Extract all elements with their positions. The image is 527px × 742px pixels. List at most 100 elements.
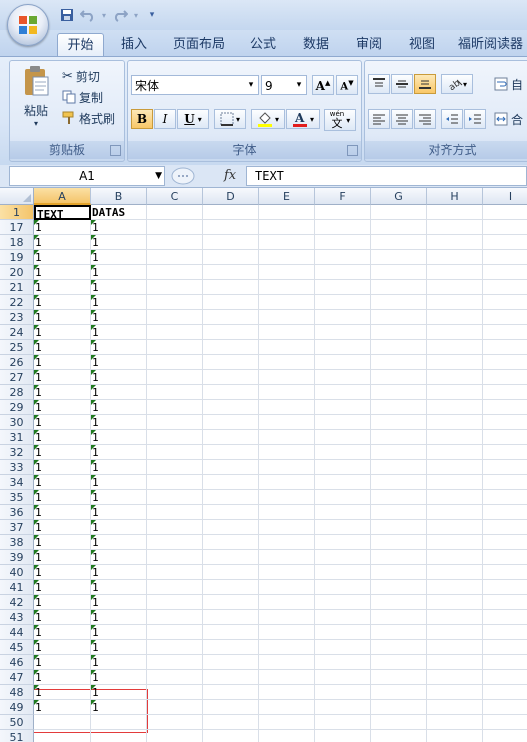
- column-header-d[interactable]: D: [203, 188, 259, 205]
- cell-g40[interactable]: [371, 565, 427, 580]
- cell-e20[interactable]: [259, 265, 315, 280]
- cell-a35[interactable]: 1: [34, 490, 91, 505]
- cell-e19[interactable]: [259, 250, 315, 265]
- row-header-29[interactable]: 29: [0, 400, 34, 415]
- cell-f49[interactable]: [315, 700, 371, 715]
- cell-b27[interactable]: 1: [91, 370, 147, 385]
- cell-d36[interactable]: [203, 505, 259, 520]
- cell-e48[interactable]: [259, 685, 315, 700]
- orientation-button[interactable]: ab ▾: [441, 74, 473, 94]
- cell-f19[interactable]: [315, 250, 371, 265]
- cell-b1[interactable]: DATAS: [91, 205, 147, 220]
- cell-e29[interactable]: [259, 400, 315, 415]
- cell-b25[interactable]: 1: [91, 340, 147, 355]
- cell-b24[interactable]: 1: [91, 325, 147, 340]
- cell-c43[interactable]: [147, 610, 203, 625]
- formula-input[interactable]: TEXT: [246, 166, 527, 186]
- cell-i25[interactable]: [483, 340, 527, 355]
- cell-b32[interactable]: 1: [91, 445, 147, 460]
- cell-e27[interactable]: [259, 370, 315, 385]
- decrease-indent-button[interactable]: [441, 109, 463, 129]
- cell-f21[interactable]: [315, 280, 371, 295]
- cell-a39[interactable]: 1: [34, 550, 91, 565]
- cell-d34[interactable]: [203, 475, 259, 490]
- cell-i31[interactable]: [483, 430, 527, 445]
- cell-f35[interactable]: [315, 490, 371, 505]
- cell-a38[interactable]: 1: [34, 535, 91, 550]
- cell-a29[interactable]: 1: [34, 400, 91, 415]
- cell-e43[interactable]: [259, 610, 315, 625]
- font-dialog-launcher[interactable]: [347, 145, 358, 156]
- cell-f38[interactable]: [315, 535, 371, 550]
- cell-a23[interactable]: 1: [34, 310, 91, 325]
- cell-g44[interactable]: [371, 625, 427, 640]
- cell-g35[interactable]: [371, 490, 427, 505]
- font-size-combo[interactable]: 9 ▾: [261, 75, 307, 95]
- office-button[interactable]: [7, 4, 49, 46]
- cell-g42[interactable]: [371, 595, 427, 610]
- cell-d33[interactable]: [203, 460, 259, 475]
- cell-e42[interactable]: [259, 595, 315, 610]
- row-header-25[interactable]: 25: [0, 340, 34, 355]
- column-header-i[interactable]: I: [483, 188, 527, 205]
- cell-d17[interactable]: [203, 220, 259, 235]
- cell-i19[interactable]: [483, 250, 527, 265]
- cell-i46[interactable]: [483, 655, 527, 670]
- cell-h43[interactable]: [427, 610, 483, 625]
- cell-g34[interactable]: [371, 475, 427, 490]
- cell-e28[interactable]: [259, 385, 315, 400]
- underline-button[interactable]: U ▾: [177, 109, 209, 129]
- grow-font-button[interactable]: A▲: [312, 75, 334, 95]
- cell-b38[interactable]: 1: [91, 535, 147, 550]
- cell-i42[interactable]: [483, 595, 527, 610]
- cell-h49[interactable]: [427, 700, 483, 715]
- cell-f44[interactable]: [315, 625, 371, 640]
- cell-b41[interactable]: 1: [91, 580, 147, 595]
- cell-e18[interactable]: [259, 235, 315, 250]
- row-header-28[interactable]: 28: [0, 385, 34, 400]
- cell-g23[interactable]: [371, 310, 427, 325]
- cell-b33[interactable]: 1: [91, 460, 147, 475]
- cell-i21[interactable]: [483, 280, 527, 295]
- cell-a34[interactable]: 1: [34, 475, 91, 490]
- cell-h20[interactable]: [427, 265, 483, 280]
- cell-e26[interactable]: [259, 355, 315, 370]
- cell-a30[interactable]: 1: [34, 415, 91, 430]
- cell-c19[interactable]: [147, 250, 203, 265]
- font-name-dropdown-icon[interactable]: ▾: [244, 76, 258, 94]
- cell-c34[interactable]: [147, 475, 203, 490]
- cell-g19[interactable]: [371, 250, 427, 265]
- cell-f1[interactable]: [315, 205, 371, 220]
- clipboard-dialog-launcher[interactable]: [110, 145, 121, 156]
- cell-h22[interactable]: [427, 295, 483, 310]
- cell-a50[interactable]: [34, 715, 91, 730]
- cell-f51[interactable]: [315, 730, 371, 742]
- cell-h48[interactable]: [427, 685, 483, 700]
- cell-d18[interactable]: [203, 235, 259, 250]
- row-header-40[interactable]: 40: [0, 565, 34, 580]
- cell-b45[interactable]: 1: [91, 640, 147, 655]
- cell-a24[interactable]: 1: [34, 325, 91, 340]
- cell-b22[interactable]: 1: [91, 295, 147, 310]
- cell-c1[interactable]: [147, 205, 203, 220]
- cell-i51[interactable]: [483, 730, 527, 742]
- cell-d19[interactable]: [203, 250, 259, 265]
- cell-h42[interactable]: [427, 595, 483, 610]
- cell-g17[interactable]: [371, 220, 427, 235]
- cell-i20[interactable]: [483, 265, 527, 280]
- cell-c49[interactable]: [147, 700, 203, 715]
- row-header-31[interactable]: 31: [0, 430, 34, 445]
- cell-g22[interactable]: [371, 295, 427, 310]
- cell-d46[interactable]: [203, 655, 259, 670]
- cell-b48[interactable]: 1: [91, 685, 147, 700]
- cell-d39[interactable]: [203, 550, 259, 565]
- cell-d20[interactable]: [203, 265, 259, 280]
- cell-b26[interactable]: 1: [91, 355, 147, 370]
- column-header-f[interactable]: F: [315, 188, 371, 205]
- cell-a26[interactable]: 1: [34, 355, 91, 370]
- cell-c45[interactable]: [147, 640, 203, 655]
- cell-h41[interactable]: [427, 580, 483, 595]
- cell-d45[interactable]: [203, 640, 259, 655]
- cell-i28[interactable]: [483, 385, 527, 400]
- cell-f33[interactable]: [315, 460, 371, 475]
